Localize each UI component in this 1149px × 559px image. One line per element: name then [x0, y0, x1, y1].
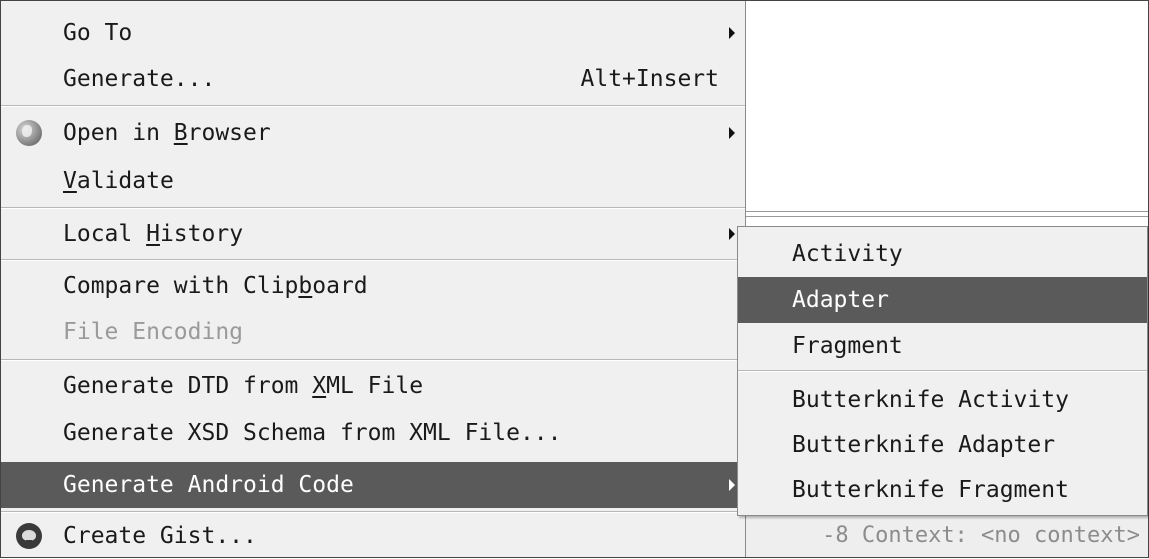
menu-item-validate[interactable]: Validate — [1, 158, 745, 204]
github-octocat-icon — [16, 523, 42, 549]
shortcut-text: Alt+Insert — [580, 66, 719, 92]
context-menu: Go To Generate... Alt+Insert Open in Bro… — [1, 1, 746, 557]
submenu-item-label: Butterknife Adapter — [792, 432, 1056, 458]
menu-item-label: File Encoding — [63, 319, 244, 345]
status-context-text: -8 Context: <no context> — [822, 522, 1140, 548]
editor-area[interactable] — [746, 1, 1148, 208]
menu-item-go-to[interactable]: Go To — [1, 10, 745, 56]
submenu-item-butterknife-activity[interactable]: Butterknife Activity — [738, 377, 1147, 423]
chevron-right-icon — [729, 479, 735, 491]
menu-item-label: Validate — [63, 168, 174, 194]
menu-item-generate[interactable]: Generate... Alt+Insert — [1, 56, 745, 102]
menu-item-label: Generate DTD from XML File — [63, 373, 424, 399]
android-code-submenu: Activity Adapter Fragment Butterknife Ac… — [737, 226, 1148, 516]
globe-icon — [16, 120, 42, 146]
menu-item-label: Go To — [63, 20, 133, 46]
chevron-right-icon — [729, 127, 735, 139]
menu-item-label: Open in Browser — [63, 120, 271, 146]
menu-item-local-history[interactable]: Local History — [1, 211, 745, 257]
submenu-item-label: Butterknife Activity — [792, 387, 1069, 413]
submenu-item-butterknife-adapter[interactable]: Butterknife Adapter — [738, 422, 1147, 468]
menu-separator — [1, 259, 745, 261]
menu-item-file-encoding: File Encoding — [1, 309, 745, 355]
menu-item-label: Generate XSD Schema from XML File... — [63, 420, 562, 446]
chevron-right-icon — [729, 27, 735, 39]
submenu-separator — [738, 370, 1147, 372]
submenu-item-label: Butterknife Fragment — [792, 477, 1069, 503]
menu-item-generate-xsd[interactable]: Generate XSD Schema from XML File... — [1, 410, 745, 456]
status-bar: -8 Context: <no context> — [746, 513, 1148, 557]
menu-item-label: Generate Android Code — [63, 472, 354, 498]
menu-item-open-in-browser[interactable]: Open in Browser — [1, 110, 745, 156]
menu-item-label: Create Gist... — [63, 523, 257, 549]
menu-separator — [1, 207, 745, 209]
menu-item-label: Generate... — [63, 66, 216, 92]
submenu-item-label: Activity — [792, 241, 903, 267]
submenu-item-label: Fragment — [792, 333, 903, 359]
submenu-item-butterknife-fragment[interactable]: Butterknife Fragment — [738, 467, 1147, 513]
menu-item-create-gist[interactable]: Create Gist... — [1, 513, 745, 559]
menu-item-label: Compare with Clipboard — [63, 273, 368, 299]
menu-separator — [1, 359, 745, 361]
menu-item-generate-android-code[interactable]: Generate Android Code — [1, 462, 745, 508]
submenu-item-activity[interactable]: Activity — [738, 231, 1147, 277]
submenu-item-label: Adapter — [792, 287, 889, 313]
menu-separator — [1, 105, 745, 107]
chevron-right-icon — [729, 228, 735, 240]
submenu-item-adapter[interactable]: Adapter — [738, 277, 1147, 323]
menu-item-label: Local History — [63, 221, 244, 247]
panel-splitter[interactable] — [746, 208, 1148, 226]
submenu-item-fragment[interactable]: Fragment — [738, 323, 1147, 369]
menu-item-compare-with-clipboard[interactable]: Compare with Clipboard — [1, 263, 745, 309]
menu-item-generate-dtd[interactable]: Generate DTD from XML File — [1, 363, 745, 409]
